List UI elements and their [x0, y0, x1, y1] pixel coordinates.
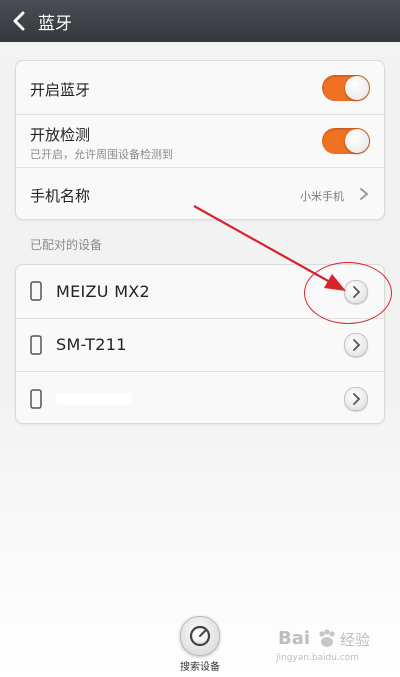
chevron-left-icon	[13, 11, 25, 31]
chevron-right-icon	[353, 393, 361, 405]
device-settings-button[interactable]	[344, 387, 368, 411]
chevron-right-icon	[360, 188, 369, 200]
device-name-value: 小米手机	[300, 190, 344, 203]
phone-icon	[30, 335, 42, 355]
search-icon	[189, 625, 211, 647]
phone-icon	[30, 281, 42, 301]
paw-icon	[319, 629, 335, 647]
device-name: SM-T211	[56, 335, 127, 354]
device-row-sm-t211[interactable]: SM-T211	[16, 319, 384, 372]
watermark-brand2: 经验	[340, 631, 371, 649]
device-name-row[interactable]: 手机名称 小米手机	[16, 168, 384, 219]
visibility-sublabel: 已开启，允许周围设备检测到	[30, 148, 173, 161]
search-devices-button[interactable]	[180, 616, 220, 656]
phone-icon	[30, 389, 42, 409]
device-name-label: 手机名称	[30, 187, 91, 205]
visibility-toggle[interactable]	[322, 128, 370, 154]
toggle-knob	[345, 129, 369, 153]
title-bar: 蓝牙	[0, 0, 400, 42]
device-settings-button[interactable]	[344, 333, 368, 357]
visibility-label: 开放检测	[30, 126, 91, 144]
page-title: 蓝牙	[38, 13, 72, 34]
redaction-mark	[56, 393, 132, 405]
device-name: MEIZU MX2	[56, 282, 151, 301]
paired-devices-header: 已配对的设备	[30, 238, 103, 252]
bluetooth-row: 开启蓝牙	[16, 61, 384, 115]
bluetooth-label: 开启蓝牙	[30, 81, 91, 99]
watermark-brand: Bai	[278, 628, 311, 649]
search-devices-label: 搜索设备	[180, 662, 220, 673]
chevron-right-icon	[353, 339, 361, 351]
annotation-ellipse	[304, 262, 392, 324]
watermark-url: jingyan.baidu.com	[276, 653, 360, 663]
settings-card: 开启蓝牙 开放检测 已开启，允许周围设备检测到 手机名称 小米手机	[15, 60, 385, 220]
device-row-redacted[interactable]	[16, 372, 384, 423]
toggle-knob	[345, 76, 369, 100]
watermark: Bai 经验 jingyan.baidu.com	[272, 622, 392, 668]
back-button[interactable]	[4, 0, 34, 42]
visibility-row: 开放检测 已开启，允许周围设备检测到	[16, 115, 384, 168]
bluetooth-toggle[interactable]	[322, 75, 370, 101]
